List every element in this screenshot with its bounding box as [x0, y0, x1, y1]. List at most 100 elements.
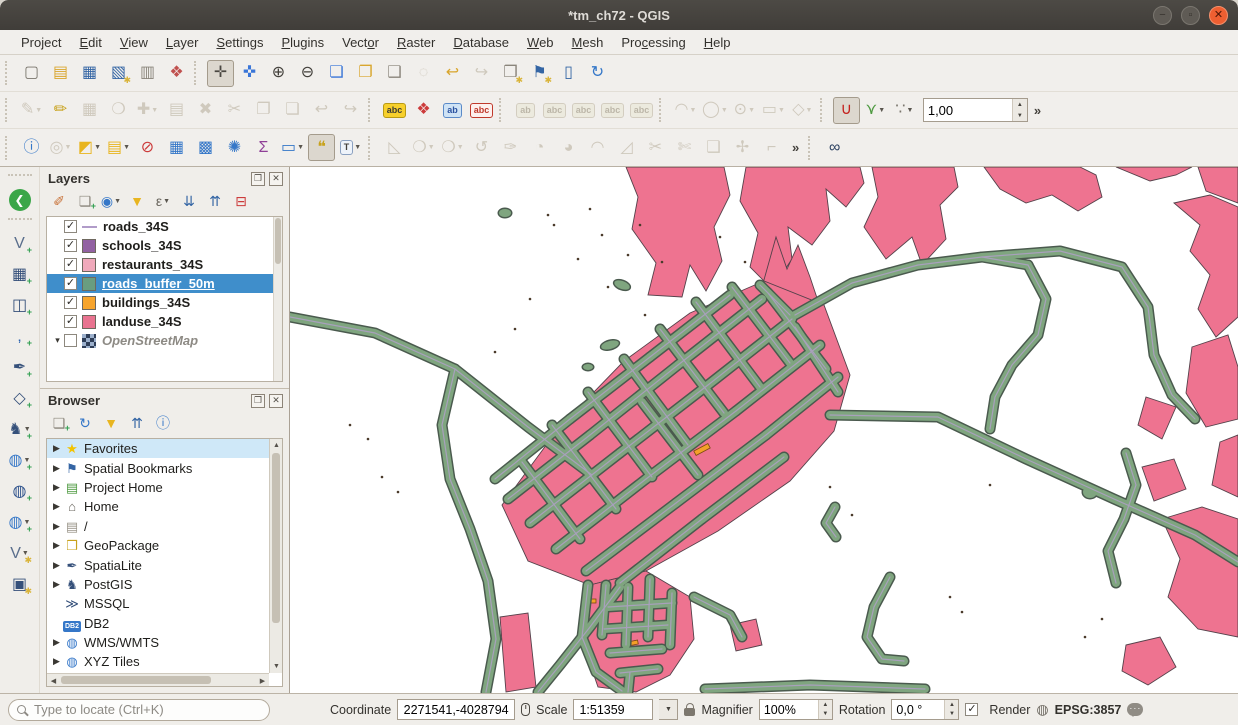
lock-scale-icon[interactable] [684, 708, 695, 716]
filter-legend-by-expression[interactable]: ε▼ [151, 189, 175, 213]
digitize-regular-polygon[interactable]: ◇▼ [789, 97, 816, 124]
collapse-all[interactable]: ⇈ [203, 189, 227, 213]
copy-features[interactable]: ❐ [250, 97, 277, 124]
browser-item--[interactable]: ▶▤/ [47, 517, 269, 536]
crs-button[interactable]: EPSG:3857 [1055, 703, 1122, 717]
copy-move-feature-dropdown-icon[interactable]: ▼ [457, 144, 464, 151]
magnifier-input[interactable] [760, 700, 818, 719]
tree-expander-icon[interactable]: ▶ [50, 560, 63, 571]
layer-item-openstreetmap[interactable]: ▾OpenStreetMap [47, 331, 282, 350]
layer-visibility-checkbox[interactable]: ✓ [64, 296, 77, 309]
zoom-full-extent[interactable]: ❏ [323, 60, 350, 87]
zoom-to-selection[interactable]: ❐ [352, 60, 379, 87]
layer-expander-icon[interactable]: ▾ [51, 335, 64, 346]
zoom-out[interactable]: ⊖ [294, 60, 321, 87]
add-vector-layer[interactable]: V+ [6, 230, 33, 257]
delete-selected[interactable]: ✖ [192, 97, 219, 124]
browser-horizontal-scrollbar[interactable]: ◀ ▶ [47, 673, 269, 686]
pan-to-selection[interactable]: ✜ [236, 60, 263, 87]
menu-raster[interactable]: Raster [388, 32, 444, 53]
menu-help[interactable]: Help [695, 32, 740, 53]
deselect-all[interactable]: ⊘ [134, 134, 161, 161]
browser-item-mssql[interactable]: ≫MSSQL [47, 594, 269, 613]
tree-expander-icon[interactable]: ▶ [50, 482, 63, 493]
measure-line-dropdown-icon[interactable]: ▼ [297, 144, 304, 151]
move-label[interactable]: abc [570, 97, 597, 124]
magnifier-down-icon[interactable]: ▼ [819, 710, 832, 720]
split-parts[interactable]: ✄ [671, 134, 698, 161]
toolbar-overflow-icon[interactable]: » [792, 140, 799, 155]
add-arcgis-layer[interactable]: ◍+ [6, 478, 33, 505]
new-vector-layer[interactable]: V✱▼ [6, 540, 33, 567]
new-gps-layer[interactable]: ▣✱ [6, 571, 33, 598]
split-features[interactable]: ✂ [642, 134, 669, 161]
scroll-right-icon[interactable]: ▶ [256, 674, 269, 687]
add-delimited-text-layer[interactable]: ‚+ [6, 323, 33, 350]
menu-plugins[interactable]: Plugins [272, 32, 333, 53]
scroll-down-icon[interactable]: ▼ [270, 660, 283, 673]
cut-features[interactable]: ✂ [221, 97, 248, 124]
close-button[interactable]: ✕ [1209, 6, 1228, 25]
title-bar[interactable]: *tm_ch72 - QGIS − ▫ ✕ [0, 0, 1238, 30]
browser-item-wms-wmts[interactable]: ▶◍WMS/WMTS [47, 633, 269, 652]
layer-visibility-checkbox[interactable]: ✓ [64, 258, 77, 271]
browser-item-home[interactable]: ▶⌂Home [47, 497, 269, 516]
layer-item-roads_buffer_50m[interactable]: ✓roads_buffer_50m [47, 274, 282, 293]
layer-visibility-checkbox[interactable]: ✓ [64, 277, 77, 290]
add-virtual-layer[interactable]: ◇+ [6, 385, 33, 412]
browser-item-geopackage[interactable]: ▶❒GeoPackage [47, 536, 269, 555]
digitize-circle-dropdown-icon[interactable]: ▼ [721, 107, 728, 114]
scroll-left-icon[interactable]: ◀ [47, 674, 60, 687]
digitize-with-curve-dropdown-icon[interactable]: ▼ [690, 107, 697, 114]
run-feature-action-dropdown-icon[interactable]: ▼ [65, 144, 72, 151]
run-feature-action[interactable]: ◎▼ [47, 134, 74, 161]
tree-expander-icon[interactable]: ▶ [50, 501, 63, 512]
zoom-to-layer[interactable]: ❑ [381, 60, 408, 87]
rotation-up-icon[interactable]: ▲ [945, 700, 958, 710]
select-features-dropdown-icon[interactable]: ▼ [94, 144, 101, 151]
menu-layer[interactable]: Layer [157, 32, 208, 53]
add-postgis-layer[interactable]: ♞+▼ [6, 416, 33, 443]
layers-panel-close-icon[interactable]: ✕ [269, 172, 283, 186]
topological-editing[interactable]: ⋎▼ [862, 97, 889, 124]
tracing-offset-down-icon[interactable]: ▼ [1013, 110, 1027, 121]
multiedit-attributes[interactable]: ▤ [163, 97, 190, 124]
current-edits[interactable]: ✎▼ [18, 97, 45, 124]
browser-item-favorites[interactable]: ▶★Favorites [47, 439, 269, 458]
tree-expander-icon[interactable]: ▶ [50, 579, 63, 590]
save-layer-edits[interactable]: ▦ [76, 97, 103, 124]
zoom-in[interactable]: ⊕ [265, 60, 292, 87]
tree-expander-icon[interactable]: ▶ [50, 656, 63, 667]
menu-settings[interactable]: Settings [207, 32, 272, 53]
enable-tracing-dropdown-icon[interactable]: ▼ [906, 107, 913, 114]
layers-scrollbar[interactable] [273, 217, 282, 381]
tracing-offset-up-icon[interactable]: ▲ [1013, 99, 1027, 110]
change-label-properties[interactable]: abc [628, 97, 655, 124]
zoom-native-resolution[interactable]: ◌ [410, 60, 437, 87]
trim-extend[interactable]: ⌐ [758, 134, 785, 161]
digitize-regular-polygon-dropdown-icon[interactable]: ▼ [806, 107, 813, 114]
open-data-source-manager[interactable]: ❮ [6, 186, 33, 213]
expand-all[interactable]: ⇊ [177, 189, 201, 213]
collapse-all-browser[interactable]: ⇈ [125, 411, 149, 435]
zoom-next[interactable]: ↪ [468, 60, 495, 87]
select-features-by-value[interactable]: ▤▼ [105, 134, 132, 161]
add-group[interactable]: ❏+ [73, 189, 97, 213]
tree-expander-icon[interactable]: ▶ [50, 637, 63, 648]
layer-visibility-checkbox[interactable]: ✓ [64, 239, 77, 252]
fill-ring[interactable]: ◕ [555, 134, 582, 161]
browser-item-project-home[interactable]: ▶▤Project Home [47, 478, 269, 497]
manage-map-themes[interactable]: ◉▼ [99, 189, 123, 213]
show-statistical-summary[interactable]: Σ [250, 134, 277, 161]
digitize-with-curve[interactable]: ◠▼ [672, 97, 699, 124]
text-annotation-dropdown-icon[interactable]: ▼ [354, 144, 361, 151]
layer-item-landuse_34s[interactable]: ✓landuse_34S [47, 312, 282, 331]
zoom-last[interactable]: ↩ [439, 60, 466, 87]
show-hidden-labels[interactable]: ab [512, 97, 539, 124]
enable-tracing[interactable]: ∵▼ [891, 97, 918, 124]
map-canvas[interactable] [290, 167, 1238, 693]
add-raster-layer[interactable]: ▦+ [6, 261, 33, 288]
add-spatialite-layer[interactable]: ✒+ [6, 354, 33, 381]
menu-mesh[interactable]: Mesh [563, 32, 613, 53]
digitize-rectangle[interactable]: ▭▼ [760, 97, 787, 124]
